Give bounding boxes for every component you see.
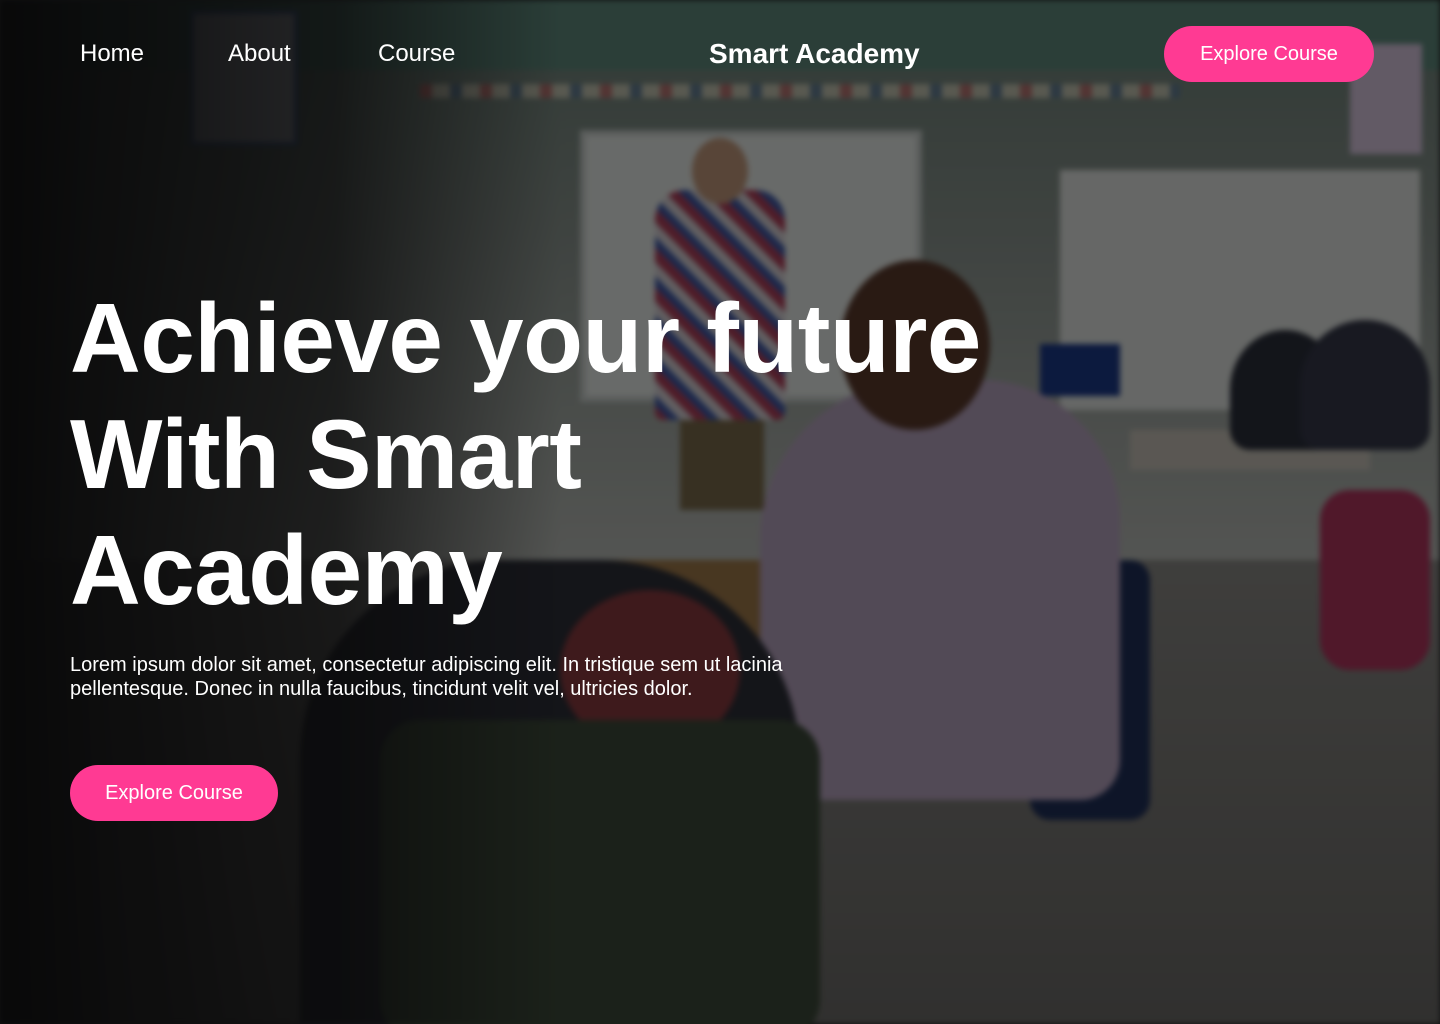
nav-links: Home About Course	[80, 38, 455, 70]
hero-explore-course-button[interactable]: Explore Course	[70, 765, 278, 821]
nav-explore-course-button[interactable]: Explore Course	[1164, 26, 1374, 82]
nav-link-home[interactable]: Home	[80, 38, 228, 70]
hero-description: Lorem ipsum dolor sit amet, consectetur …	[70, 654, 783, 700]
nav-link-about[interactable]: About	[228, 38, 378, 70]
hero-section: Home About Course Smart Academy Explore …	[0, 0, 1440, 1024]
top-navigation: Home About Course Smart Academy Explore …	[0, 0, 1440, 108]
hero-title-line-1: Achieve your future	[70, 283, 981, 393]
hero-title-line-2: With Smart	[70, 399, 582, 509]
hero-title-line-3: Academy	[70, 515, 503, 625]
hero-title: Achieve your future With Smart Academy	[70, 280, 1050, 628]
brand-logo-text[interactable]: Smart Academy	[709, 37, 920, 71]
nav-link-course[interactable]: Course	[378, 38, 455, 70]
